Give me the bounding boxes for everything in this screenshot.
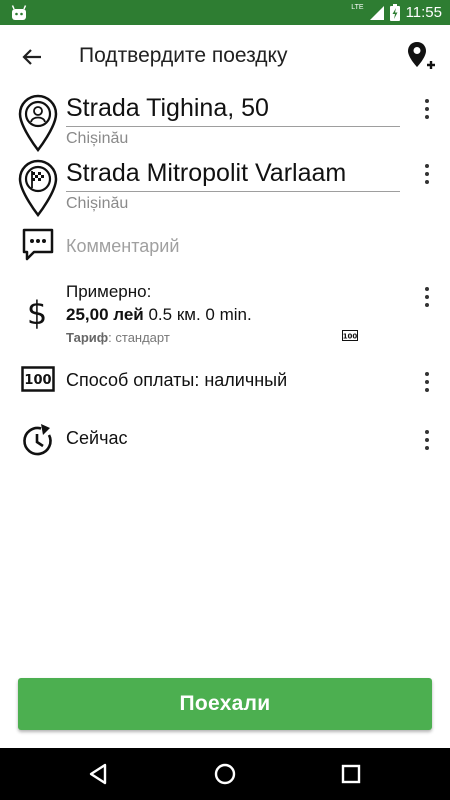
home-nav-icon[interactable] [212, 761, 238, 787]
trip-time: Сейчас [66, 428, 128, 448]
svg-text:$: $ [27, 294, 47, 332]
page-title: Подтвердите поездку [79, 44, 288, 67]
battery-charging-icon [389, 4, 400, 21]
cash-small-icon: 100 [342, 330, 358, 341]
pickup-address-field[interactable]: Strada Tighina, 50 [66, 94, 400, 127]
payment-method: Способ оплаты: наличный [66, 370, 288, 390]
pickup-row: Strada Tighina, 50 Chișinău [0, 90, 450, 158]
recents-nav-icon[interactable] [338, 761, 364, 787]
scheduled-time-icon [23, 424, 52, 456]
clock: 11:55 [405, 4, 442, 21]
toolbar: Подтвердите поездку [0, 25, 450, 89]
back-button[interactable] [14, 39, 50, 75]
svg-text:100: 100 [343, 333, 358, 341]
comment-icon [22, 228, 54, 261]
add-location-icon[interactable] [404, 39, 438, 73]
comment-input[interactable]: Комментарий [66, 236, 179, 257]
comment-row[interactable]: Комментарий [0, 226, 450, 266]
pickup-marker-icon [18, 94, 58, 152]
signal-icon [369, 6, 384, 20]
network-type: LTE [351, 4, 364, 11]
tariff-value: : стандарт [108, 330, 170, 345]
price-row: $ Примерно: 25,00 лей 0.5 км. 0 min. Тар… [0, 280, 450, 352]
destination-more-icon[interactable] [420, 161, 434, 187]
go-button[interactable]: Поехали [18, 678, 432, 730]
android-notification-icon [11, 5, 27, 20]
time-more-icon[interactable] [420, 427, 434, 453]
destination-address-field[interactable]: Strada Mitropolit Varlaam [66, 159, 400, 192]
navigation-bar [0, 748, 450, 800]
price-amount: 25,00 лей [66, 305, 144, 324]
svg-text:100: 100 [24, 373, 51, 388]
arrow-back-icon [22, 49, 41, 65]
destination-marker-icon [18, 159, 58, 217]
time-row[interactable]: Сейчас [0, 420, 450, 460]
price-more-icon[interactable] [420, 284, 434, 310]
pickup-more-icon[interactable] [420, 96, 434, 122]
destination-city: Chișinău [66, 195, 129, 212]
pickup-city: Chișinău [66, 130, 129, 147]
cash-icon: 100 [21, 366, 55, 392]
price-label: Примерно: [66, 282, 152, 301]
dollar-icon: $ [27, 294, 47, 332]
status-bar: LTE 11:55 [0, 0, 450, 25]
payment-row[interactable]: 100 Способ оплаты: наличный [0, 362, 450, 402]
tariff-label: Тариф [66, 330, 109, 345]
back-nav-icon[interactable] [86, 761, 112, 787]
price-summary: 25,00 лей 0.5 км. 0 min. [66, 305, 252, 325]
payment-more-icon[interactable] [420, 369, 434, 395]
destination-row: Strada Mitropolit Varlaam Chișinău [0, 155, 450, 223]
trip-details: 0.5 км. 0 min. [143, 305, 252, 324]
tariff-line: Тариф: стандарт [66, 330, 170, 345]
